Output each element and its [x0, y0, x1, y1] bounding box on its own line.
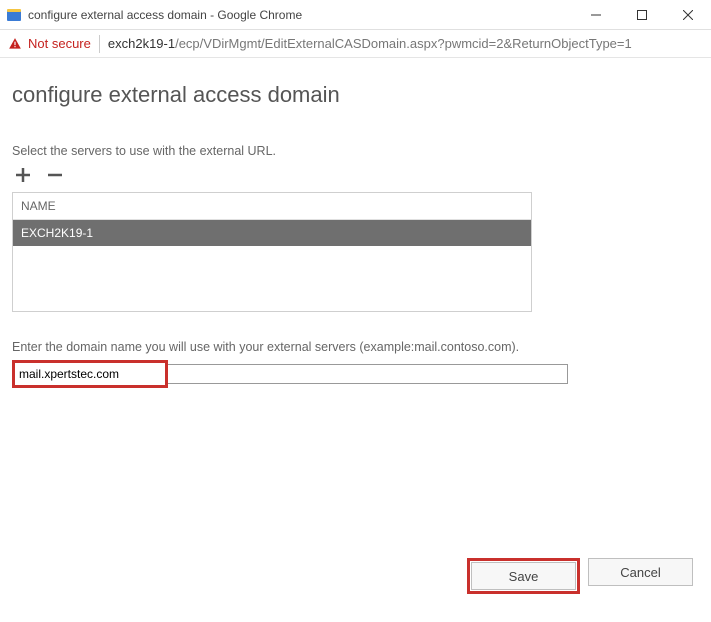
minus-icon	[47, 167, 63, 183]
page-content: configure external access domain Select …	[0, 58, 711, 622]
address-bar: Not secure exch2k19-1/ecp/VDirMgmt/EditE…	[0, 30, 711, 58]
not-secure-label: Not secure	[28, 36, 91, 51]
domain-input-highlight	[12, 360, 168, 388]
remove-server-button[interactable]	[44, 164, 66, 186]
add-server-button[interactable]	[12, 164, 34, 186]
address-divider	[99, 35, 100, 53]
server-name: EXCH2K19-1	[21, 226, 93, 240]
save-button[interactable]: Save	[471, 562, 576, 590]
maximize-button[interactable]	[619, 0, 665, 30]
minimize-button[interactable]	[573, 0, 619, 30]
window-titlebar: configure external access domain - Googl…	[0, 0, 711, 30]
server-toolbar	[12, 164, 699, 186]
app-icon	[6, 7, 22, 23]
domain-input-row	[12, 360, 699, 388]
page-title: configure external access domain	[12, 82, 699, 108]
url-display[interactable]: exch2k19-1/ecp/VDirMgmt/EditExternalCASD…	[108, 36, 632, 51]
window-title: configure external access domain - Googl…	[28, 8, 302, 22]
warning-icon	[8, 37, 22, 51]
save-button-highlight: Save	[467, 558, 580, 594]
cancel-button[interactable]: Cancel	[588, 558, 693, 586]
close-button[interactable]	[665, 0, 711, 30]
security-warning[interactable]: Not secure	[8, 36, 91, 51]
window-controls	[573, 0, 711, 30]
url-path: /ecp/VDirMgmt/EditExternalCASDomain.aspx…	[175, 36, 632, 51]
window-title-group: configure external access domain - Googl…	[6, 7, 302, 23]
domain-label: Enter the domain name you will use with …	[12, 340, 699, 354]
server-row[interactable]: EXCH2K19-1	[13, 220, 531, 246]
dialog-footer: Save Cancel	[467, 558, 693, 594]
plus-icon	[15, 167, 31, 183]
server-list[interactable]: NAME EXCH2K19-1	[12, 192, 532, 312]
servers-label: Select the servers to use with the exter…	[12, 144, 699, 158]
url-host: exch2k19-1	[108, 36, 175, 51]
domain-input-extension[interactable]	[168, 364, 568, 384]
column-header-name: NAME	[13, 193, 531, 220]
domain-input[interactable]	[16, 364, 164, 384]
